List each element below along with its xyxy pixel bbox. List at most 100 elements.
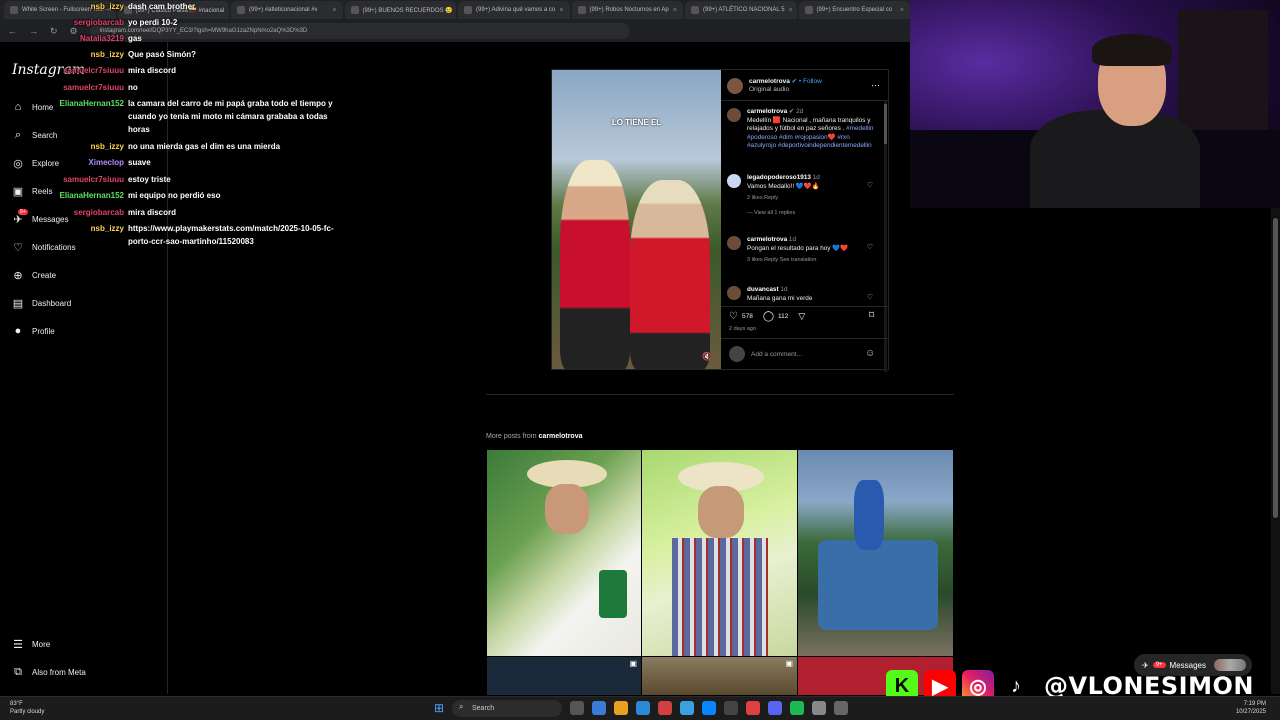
close-tab-icon[interactable]: × xyxy=(900,7,904,14)
comment-author[interactable]: duvancast xyxy=(747,286,779,293)
close-tab-icon[interactable]: × xyxy=(673,7,677,14)
browser-tab[interactable]: (99+) ATLÉTICO NACIONAL 5 × xyxy=(685,1,797,19)
tab-title: (99+) ATLÉTICO NACIONAL 5 xyxy=(703,7,785,13)
system-clock[interactable]: 7:19 PM 10/27/2025 xyxy=(1236,700,1266,716)
chat-username[interactable]: nsb_izzy xyxy=(0,0,128,13)
reel-video[interactable]: LO TIENE EL 🔇 xyxy=(552,70,721,369)
add-comment-input[interactable]: Add a comment… xyxy=(751,351,803,358)
tab-favicon-icon xyxy=(577,6,586,14)
chat-username[interactable]: ElianaHernan152 xyxy=(0,189,128,202)
author-name[interactable]: carmelotrova xyxy=(749,78,790,85)
more-button[interactable]: ☰ More xyxy=(12,638,51,651)
chat-username[interactable]: nsb_izzy xyxy=(0,48,128,61)
also-from-meta-button[interactable]: ⧉ Also from Meta xyxy=(12,666,86,678)
comment-author[interactable]: carmelotrova xyxy=(747,236,787,243)
chat-text: no xyxy=(128,83,138,92)
caption-time: 2d xyxy=(796,108,804,115)
chrome-icon[interactable] xyxy=(592,701,606,715)
windows-taskbar: 83°F Partly cloudy ⊞ Search ⌕ 7:19 PM 10… xyxy=(0,696,1280,720)
more-posts-author[interactable]: carmelotrova xyxy=(539,433,583,440)
chat-username[interactable]: ElianaHernan152 xyxy=(0,97,128,136)
tab-title: (99+) Encuentro Especial co xyxy=(816,7,893,13)
close-tab-icon[interactable]: × xyxy=(559,7,563,14)
sidebar-item-create[interactable]: ⊕ Create xyxy=(12,269,57,282)
comment-avatar[interactable] xyxy=(727,174,741,188)
comment-like-icon[interactable]: ♡ xyxy=(867,244,873,253)
windows-start-icon[interactable]: ⊞ xyxy=(434,701,444,715)
save-icon[interactable]: ⌑ xyxy=(869,310,874,321)
more-options-icon[interactable]: ⋯ xyxy=(871,80,880,91)
edge-icon[interactable] xyxy=(636,701,650,715)
app-icon[interactable] xyxy=(724,701,738,715)
browser-tab[interactable]: (99+) Adivina qué vamos a co × xyxy=(458,1,570,19)
comment-avatar[interactable] xyxy=(727,286,741,300)
app-icon[interactable] xyxy=(680,701,694,715)
chat-username[interactable]: Ximeclop xyxy=(0,156,128,169)
app-icon[interactable] xyxy=(702,701,716,715)
chat-username[interactable]: sergiobarcab xyxy=(0,206,128,219)
comment-avatar[interactable] xyxy=(727,236,741,250)
chat-username[interactable]: nsb_izzy xyxy=(0,222,128,248)
page-scrollbar[interactable] xyxy=(1271,208,1280,694)
browser-tab[interactable]: (99+) Encuentro Especial co × xyxy=(798,1,910,19)
chat-message: nsb_izzy no una mierda gas el dim es una … xyxy=(0,140,336,153)
spotify-icon[interactable] xyxy=(790,701,804,715)
browser-tab[interactable]: (99+) BUENOS RECUERDOS 😢× xyxy=(344,1,456,19)
chat-username[interactable]: sergiobarcab xyxy=(0,16,128,29)
taskbar-search[interactable]: Search xyxy=(452,700,562,717)
comment: duvancast 1d Mañana gana mi verde ♡ xyxy=(727,286,877,303)
chat-username[interactable]: Natalia3219 xyxy=(0,32,128,45)
comment-meta[interactable]: 2 likes Reply xyxy=(747,194,877,203)
app-icon[interactable] xyxy=(658,701,672,715)
search-icon: ⌕ xyxy=(459,702,464,711)
close-tab-icon[interactable]: × xyxy=(789,7,793,14)
task-view-icon[interactable] xyxy=(570,701,584,715)
app-icon[interactable] xyxy=(834,701,848,715)
tab-favicon-icon xyxy=(804,6,813,14)
app-icon[interactable] xyxy=(812,701,826,715)
like-icon[interactable]: ♡ xyxy=(729,311,738,322)
weather-text: Partly cloudy xyxy=(10,709,45,715)
chat-username[interactable]: samuelcr7siuuu xyxy=(0,64,128,77)
share-icon[interactable]: ▽ xyxy=(798,311,805,322)
post-thumbnail[interactable]: ▣ xyxy=(642,657,797,695)
sidebar-item-profile[interactable]: ● Profile xyxy=(12,325,55,337)
chat-username[interactable]: samuelcr7siuuu xyxy=(0,173,128,186)
streamer-shirt xyxy=(1030,110,1200,208)
chat-text: no una mierda gas el dim es una mierda xyxy=(128,142,281,151)
chat-text: dash cam brother xyxy=(128,2,196,11)
post-thumbnail[interactable] xyxy=(798,450,953,656)
divider xyxy=(721,100,888,101)
discord-icon[interactable] xyxy=(768,701,782,715)
view-replies-link[interactable]: — View all 1 replies xyxy=(747,209,877,218)
comment-meta[interactable]: 3 likes Reply See translation xyxy=(747,256,877,265)
comments-scrollbar[interactable] xyxy=(884,100,887,372)
caption-avatar[interactable] xyxy=(727,108,741,122)
audio-label[interactable]: Original audio xyxy=(749,86,789,93)
chat-username[interactable]: samuelcr7siuuu xyxy=(0,81,128,94)
comment-icon[interactable]: ◯ xyxy=(763,311,774,322)
files-icon[interactable] xyxy=(614,701,628,715)
caption-author[interactable]: carmelotrova xyxy=(747,108,787,115)
scrollbar-thumb[interactable] xyxy=(1273,218,1278,518)
weather-widget[interactable]: 83°F Partly cloudy xyxy=(10,700,44,716)
comment-author[interactable]: legadopoderoso1913 xyxy=(747,174,811,181)
comment-count[interactable]: 112 xyxy=(778,313,788,320)
comment-like-icon[interactable]: ♡ xyxy=(867,182,873,191)
author-avatar[interactable] xyxy=(727,78,743,94)
more-label: More xyxy=(32,639,51,649)
sidebar-item-label: Create xyxy=(32,270,57,280)
follow-button[interactable]: Follow xyxy=(803,78,822,85)
sidebar-item-dashboard[interactable]: ▤ Dashboard xyxy=(12,297,71,310)
like-count[interactable]: 578 xyxy=(742,313,753,320)
app-icon[interactable] xyxy=(746,701,760,715)
streamer-hair xyxy=(1092,34,1172,66)
browser-tab[interactable]: (99+) Robos Nocturnos en Ap × xyxy=(571,1,683,19)
post-thumbnail[interactable] xyxy=(487,450,641,656)
post-thumbnail[interactable] xyxy=(642,450,797,656)
chat-username[interactable]: nsb_izzy xyxy=(0,140,128,153)
post-thumbnail[interactable]: ▣ xyxy=(487,657,641,695)
comment-like-icon[interactable]: ♡ xyxy=(867,294,873,303)
emoji-icon[interactable]: ☺ xyxy=(865,348,875,359)
mute-icon[interactable]: 🔇 xyxy=(702,352,712,361)
